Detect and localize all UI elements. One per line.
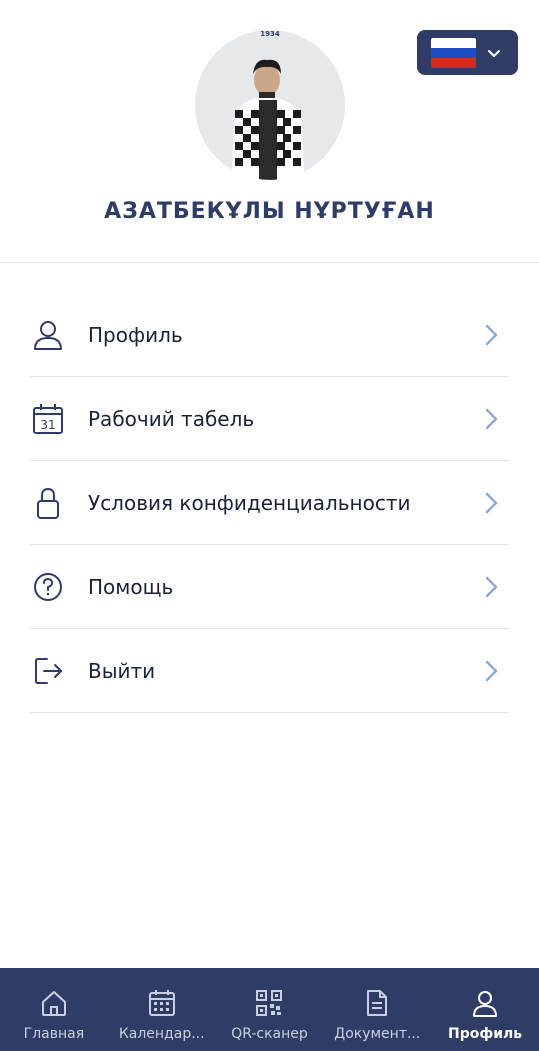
calendar-31-icon: 31	[30, 401, 66, 437]
nav-item-profile[interactable]: Профиль	[431, 968, 539, 1051]
header-divider	[0, 262, 539, 263]
menu-item-logout[interactable]: Выйти	[30, 629, 509, 713]
qr-icon	[256, 990, 283, 1016]
nav-label: QR-сканер	[231, 1026, 308, 1042]
nav-item-qr[interactable]: QR-сканер	[216, 968, 324, 1051]
nav-label: Документ...	[334, 1026, 421, 1042]
russia-flag-icon	[431, 37, 476, 68]
svg-text:31: 31	[40, 418, 55, 432]
bottom-nav: Главная Календар... QR-сканер Документ..…	[0, 968, 539, 1051]
profile-icon	[473, 991, 498, 1017]
avatar-year-text: 1934	[260, 30, 280, 38]
menu-item-label: Условия конфиденциальности	[88, 490, 411, 515]
menu-item-label: Профиль	[88, 322, 183, 347]
document-icon	[367, 990, 388, 1016]
help-circle-icon	[30, 569, 66, 605]
user-icon	[30, 317, 66, 353]
nav-item-documents[interactable]: Документ...	[323, 968, 431, 1051]
home-icon	[41, 991, 66, 1016]
menu-item-label: Выйти	[88, 658, 156, 683]
nav-label: Главная	[23, 1026, 85, 1042]
user-name: АЗАТБЕКҰЛЫ НҰРТУҒАН	[104, 199, 435, 224]
chevron-right-icon	[485, 408, 498, 429]
menu-item-label: Рабочий табель	[88, 406, 255, 431]
language-selector[interactable]	[417, 30, 518, 75]
menu-item-privacy[interactable]: Условия конфиденциальности	[30, 461, 509, 545]
chevron-right-icon	[485, 492, 498, 513]
nav-label: Профиль	[448, 1026, 523, 1042]
menu-item-label: Помощь	[88, 574, 174, 599]
nav-item-calendar[interactable]: Календар...	[108, 968, 216, 1051]
menu-item-help[interactable]: Помощь	[30, 545, 509, 629]
avatar-photo-icon	[195, 30, 345, 180]
nav-item-home[interactable]: Главная	[0, 968, 108, 1051]
menu-item-profile[interactable]: Профиль	[30, 293, 509, 377]
chevron-right-icon	[485, 324, 498, 345]
nav-label: Календар...	[118, 1026, 205, 1042]
chevron-right-icon	[485, 576, 498, 597]
profile-menu: Профиль 31 Рабочий табель Условия конфид…	[30, 293, 509, 713]
chevron-right-icon	[485, 660, 498, 681]
logout-icon	[30, 653, 66, 689]
calendar-icon	[148, 990, 175, 1016]
avatar[interactable]: 1934	[195, 30, 345, 180]
chevron-down-icon	[488, 49, 500, 57]
menu-item-timesheet[interactable]: 31 Рабочий табель	[30, 377, 509, 461]
lock-icon	[30, 485, 66, 521]
